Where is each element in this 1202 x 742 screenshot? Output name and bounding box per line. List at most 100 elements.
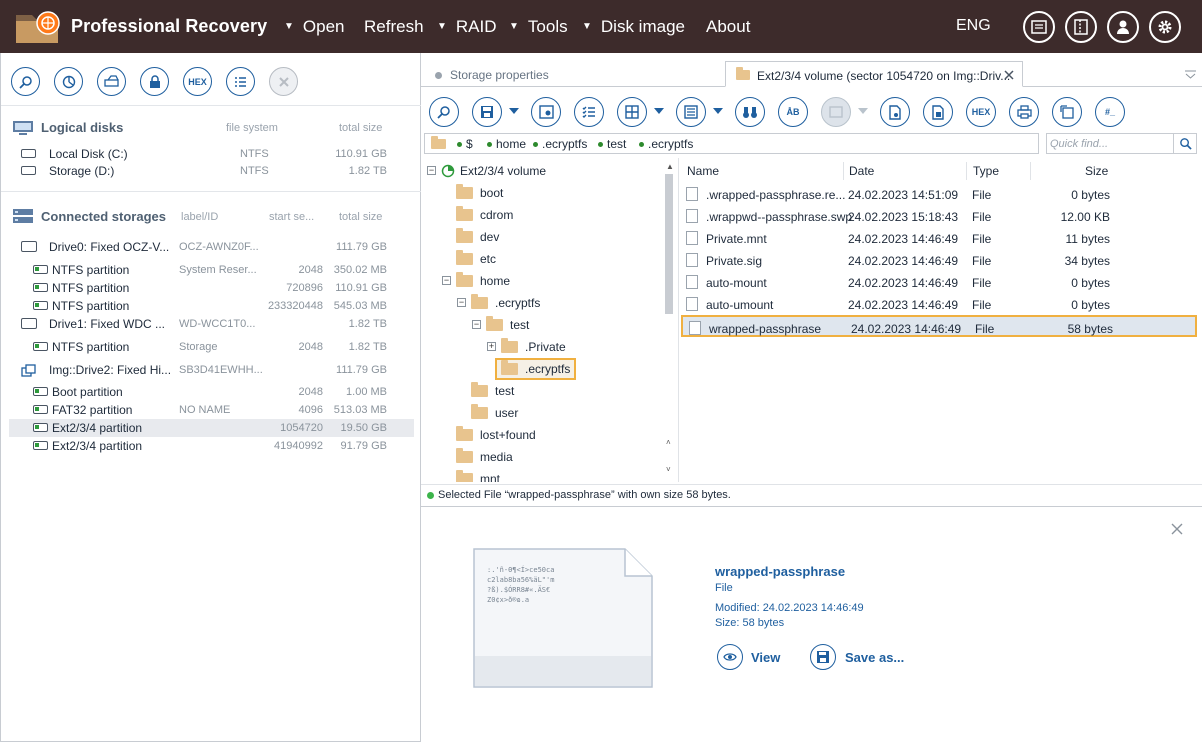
collapse-icon[interactable]: − bbox=[427, 166, 436, 175]
file-settings-button[interactable] bbox=[880, 97, 910, 127]
settings-button[interactable] bbox=[1149, 11, 1181, 43]
collapse-icon[interactable]: − bbox=[442, 276, 451, 285]
print-button[interactable] bbox=[1009, 97, 1039, 127]
save-as-button-icon[interactable] bbox=[810, 644, 836, 670]
col-name[interactable]: Name bbox=[687, 164, 719, 178]
partition-row[interactable]: Ext2/3/4 partition 41940992 91.79 GB bbox=[9, 437, 414, 455]
menu-disk-image[interactable]: ▼ Disk image bbox=[582, 17, 685, 37]
tree-node[interactable]: test bbox=[471, 381, 514, 401]
file-row[interactable]: .wrappwd--passphrase.swp 24.02.2023 15:18… bbox=[680, 205, 1197, 227]
tree-node[interactable]: test bbox=[486, 315, 529, 335]
menu-open[interactable]: ▼ Open bbox=[284, 17, 345, 37]
menu-raid[interactable]: ▼ RAID bbox=[437, 17, 497, 37]
search-button[interactable] bbox=[11, 67, 40, 96]
partition-row[interactable]: Boot partition 2048 1.00 MB bbox=[9, 383, 414, 401]
breadcrumb-item[interactable]: .ecryptfs bbox=[639, 137, 693, 151]
tree-node[interactable]: boot bbox=[456, 183, 503, 203]
drive-row[interactable]: Drive1: Fixed WDC ... WD-WCC1T0... 1.82 TB bbox=[9, 315, 414, 333]
breadcrumb-item[interactable]: test bbox=[598, 137, 626, 151]
tree-node[interactable]: media bbox=[456, 447, 513, 467]
drive-row[interactable]: Img::Drive2: Fixed Hi... SB3D41EWHH... 111… bbox=[9, 361, 414, 379]
close-storage-button[interactable] bbox=[269, 67, 298, 96]
menu-about[interactable]: About bbox=[706, 17, 750, 37]
partitions-button[interactable] bbox=[97, 67, 126, 96]
panels-button[interactable] bbox=[1065, 11, 1097, 43]
search-files-button[interactable] bbox=[429, 97, 459, 127]
view-mode-button[interactable] bbox=[617, 97, 647, 127]
col-size[interactable]: Size bbox=[1085, 164, 1108, 178]
collapse-icon[interactable]: − bbox=[457, 298, 466, 307]
language-selector[interactable]: ENG bbox=[956, 17, 991, 35]
hex-view-button[interactable]: HEX bbox=[966, 97, 996, 127]
tab-ext-volume[interactable]: Ext2/3/4 volume (sector 1054720 on Img::… bbox=[725, 61, 1023, 87]
tree-scrollbar[interactable]: ▲ ˄ ˅ bbox=[662, 160, 676, 480]
quick-find-input[interactable]: Quick find... bbox=[1046, 133, 1174, 154]
tree-node[interactable]: Ext2/3/4 volume bbox=[441, 161, 546, 181]
details-button[interactable] bbox=[676, 97, 706, 127]
details-dropdown-icon[interactable] bbox=[713, 108, 723, 114]
tree-node[interactable]: lost+found bbox=[456, 425, 536, 445]
account-button[interactable] bbox=[1107, 11, 1139, 43]
preview-button[interactable] bbox=[821, 97, 851, 127]
rename-button[interactable]: ÅB bbox=[778, 97, 808, 127]
breadcrumb-item[interactable]: $ bbox=[457, 137, 473, 151]
scroll-down-icon[interactable]: ˅ bbox=[666, 465, 671, 474]
tree-node[interactable]: mnt bbox=[456, 469, 500, 482]
save-as-button[interactable]: Save as... bbox=[845, 650, 904, 665]
partition-row[interactable]: NTFS partition 233320448 545.03 MB bbox=[9, 297, 414, 315]
logical-disk-row[interactable]: Storage (D:) NTFS 1.82 TB bbox=[9, 162, 414, 180]
collapse-icon[interactable]: − bbox=[472, 320, 481, 329]
file-row[interactable]: Private.mnt 24.02.2023 14:46:49 File 11 byt… bbox=[680, 227, 1197, 249]
tree-node[interactable]: dev bbox=[456, 227, 499, 247]
tree-node[interactable]: .ecryptfs bbox=[471, 293, 540, 313]
view-button[interactable]: View bbox=[751, 650, 780, 665]
tree-node[interactable]: home bbox=[456, 271, 510, 291]
export-button[interactable] bbox=[1052, 97, 1082, 127]
tab-storage-properties[interactable]: Storage properties bbox=[425, 61, 725, 87]
hex-button[interactable]: HEX bbox=[183, 67, 212, 96]
tree-node[interactable]: .Private bbox=[501, 337, 566, 357]
scan-button[interactable] bbox=[54, 67, 83, 96]
partition-row[interactable]: NTFS partition 720896 110.91 GB bbox=[9, 279, 414, 297]
view-button-icon[interactable] bbox=[717, 644, 743, 670]
menu-refresh[interactable]: Refresh bbox=[364, 17, 424, 37]
list-button[interactable] bbox=[226, 67, 255, 96]
file-row[interactable]: Private.sig 24.02.2023 14:46:49 File 34 byt… bbox=[680, 249, 1197, 271]
scroll-up-icon[interactable]: ˄ bbox=[666, 438, 671, 447]
tree-node[interactable]: .ecryptfs bbox=[495, 358, 577, 380]
log-button[interactable] bbox=[1023, 11, 1055, 43]
save-dropdown-icon[interactable] bbox=[509, 108, 519, 114]
file-row[interactable]: .wrapped-passphrase.re... 24.02.2023 14:5… bbox=[680, 183, 1197, 205]
close-icon[interactable] bbox=[1171, 523, 1183, 535]
logical-disk-row[interactable]: Local Disk (C:) NTFS 110.91 GB bbox=[9, 145, 414, 163]
partition-row[interactable]: NTFS partition Storage 2048 1.82 TB bbox=[9, 338, 414, 356]
disk-tools-button[interactable] bbox=[531, 97, 561, 127]
checklist-button[interactable] bbox=[574, 97, 604, 127]
quick-find-button[interactable] bbox=[1173, 133, 1197, 154]
file-save-button[interactable] bbox=[923, 97, 953, 127]
breadcrumb-item[interactable]: .ecryptfs bbox=[533, 137, 587, 151]
view-mode-dropdown-icon[interactable] bbox=[654, 108, 664, 114]
encrypt-button[interactable] bbox=[140, 67, 169, 96]
expand-icon[interactable]: + bbox=[487, 342, 496, 351]
menu-tools[interactable]: ▼ Tools bbox=[509, 17, 568, 37]
partition-row[interactable]: Ext2/3/4 partition 1054720 19.50 GB bbox=[9, 419, 414, 437]
drive-row[interactable]: Drive0: Fixed OCZ-V... OCZ-AWNZ0F... 111.7… bbox=[9, 238, 414, 256]
file-row[interactable]: wrapped-passphrase 24.02.2023 14:46:49 Fil… bbox=[681, 315, 1197, 337]
tree-node[interactable]: cdrom bbox=[456, 205, 513, 225]
hash-button[interactable]: #_ bbox=[1095, 97, 1125, 127]
tree-node[interactable]: etc bbox=[456, 249, 496, 269]
preview-dropdown-icon[interactable] bbox=[858, 108, 868, 114]
tree-node[interactable]: user bbox=[471, 403, 518, 423]
scroll-thumb[interactable] bbox=[665, 174, 673, 314]
partition-row[interactable]: FAT32 partition NO NAME 4096 513.03 MB bbox=[9, 401, 414, 419]
file-row[interactable]: auto-umount 24.02.2023 14:46:49 File 0 byte… bbox=[680, 293, 1197, 315]
close-tab-icon[interactable] bbox=[1004, 70, 1014, 80]
breadcrumb-item[interactable]: home bbox=[487, 137, 526, 151]
find-button[interactable] bbox=[735, 97, 765, 127]
tab-menu-icon[interactable] bbox=[1185, 70, 1196, 79]
partition-row[interactable]: NTFS partition System Reser... 2048 350.02 … bbox=[9, 261, 414, 279]
save-button[interactable] bbox=[472, 97, 502, 127]
col-type[interactable]: Type bbox=[973, 164, 999, 178]
col-date[interactable]: Date bbox=[849, 164, 874, 178]
